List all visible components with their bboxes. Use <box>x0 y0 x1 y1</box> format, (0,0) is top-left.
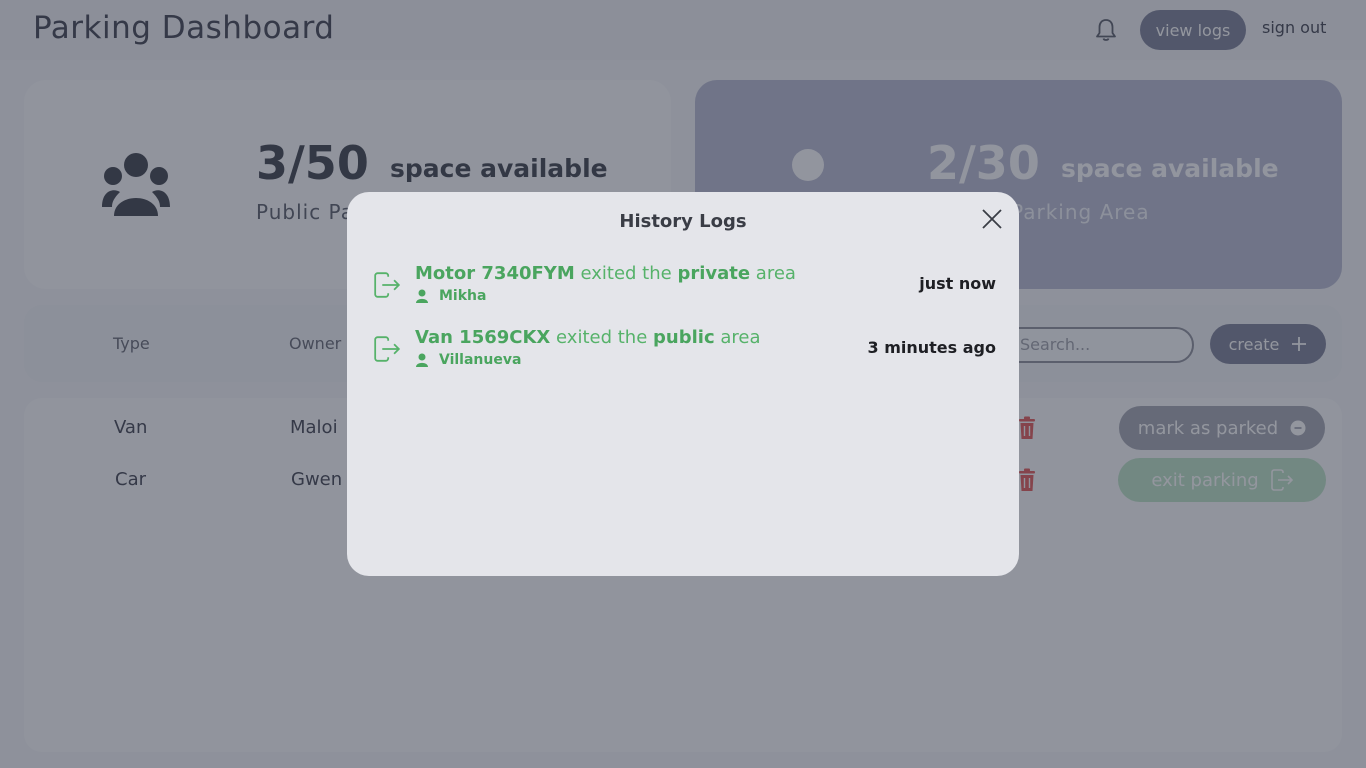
log-entry: Van 1569CKX exited the public area Villa… <box>374 327 996 379</box>
log-user: Villanueva <box>415 352 521 368</box>
user-icon <box>416 289 428 303</box>
close-icon[interactable] <box>981 208 1003 230</box>
modal-title: History Logs <box>619 211 747 232</box>
log-entry: Motor 7340FYM exited the private area Mi… <box>374 263 996 315</box>
exit-icon <box>374 272 401 298</box>
log-vehicle: Van 1569CKX <box>415 327 551 348</box>
exit-icon <box>374 336 401 362</box>
log-user-name: Villanueva <box>439 352 522 368</box>
log-user-name: Mikha <box>439 288 487 304</box>
user-icon <box>416 353 428 367</box>
log-message: Motor 7340FYM exited the private area <box>415 263 796 284</box>
log-suffix: area <box>720 327 761 348</box>
log-suffix: area <box>755 263 796 284</box>
log-time: 3 minutes ago <box>867 338 996 357</box>
log-verb: exited the <box>556 327 648 348</box>
log-time: just now <box>919 274 996 293</box>
log-verb: exited the <box>580 263 672 284</box>
log-user: Mikha <box>415 288 486 304</box>
log-message: Van 1569CKX exited the public area <box>415 327 760 348</box>
log-vehicle: Motor 7340FYM <box>415 263 575 284</box>
log-area: private <box>677 263 751 284</box>
history-logs-modal: History Logs Motor 7340FYM exited the pr… <box>347 192 1019 576</box>
log-area: public <box>653 327 715 348</box>
